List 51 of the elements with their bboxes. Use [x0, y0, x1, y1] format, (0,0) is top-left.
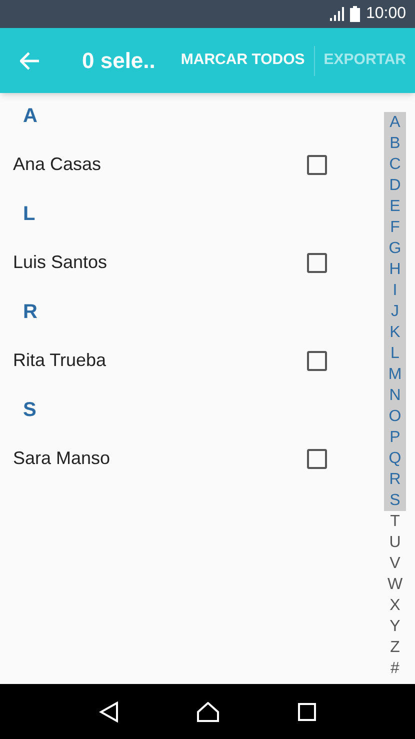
- index-letter[interactable]: X: [384, 595, 406, 616]
- index-letter[interactable]: P: [384, 427, 406, 448]
- back-nav-button[interactable]: [98, 700, 119, 722]
- index-letter[interactable]: N: [384, 385, 406, 406]
- toolbar-title: 0 sele..: [82, 47, 156, 75]
- index-letter[interactable]: O: [384, 406, 406, 427]
- section-letter: S: [23, 398, 36, 422]
- contact-checkbox[interactable]: [307, 154, 327, 174]
- index-letter[interactable]: B: [384, 133, 406, 154]
- recents-button[interactable]: [298, 702, 316, 720]
- index-letter[interactable]: H: [384, 259, 406, 280]
- index-letter[interactable]: E: [384, 196, 406, 217]
- index-letter[interactable]: R: [384, 469, 406, 490]
- index-letter[interactable]: U: [384, 532, 406, 553]
- index-letter[interactable]: I: [384, 280, 406, 301]
- signal-icon: [328, 7, 344, 21]
- contact-name: Sara Manso: [13, 447, 110, 470]
- index-letter[interactable]: L: [384, 343, 406, 364]
- contact-checkbox[interactable]: [307, 350, 327, 370]
- section-letter: R: [23, 300, 38, 324]
- index-letter[interactable]: Z: [384, 637, 406, 658]
- battery-icon: [350, 6, 360, 22]
- section-letter: L: [23, 202, 36, 226]
- index-letter[interactable]: K: [384, 322, 406, 343]
- index-letter[interactable]: Y: [384, 616, 406, 637]
- index-letter[interactable]: W: [384, 574, 406, 595]
- contact-name: Luis Santos: [13, 251, 108, 274]
- back-triangle-icon: [98, 700, 119, 722]
- home-icon: [196, 702, 220, 722]
- index-letter[interactable]: Q: [384, 448, 406, 469]
- index-letter[interactable]: S: [384, 490, 406, 511]
- contact-checkbox[interactable]: [307, 448, 327, 468]
- index-letter[interactable]: G: [384, 238, 406, 259]
- index-letter[interactable]: C: [384, 154, 406, 175]
- contact-checkbox[interactable]: [307, 252, 327, 272]
- toolbar-action-button[interactable]: MARCAR TODOS: [172, 36, 314, 84]
- home-button[interactable]: [196, 702, 220, 722]
- index-letter[interactable]: F: [384, 217, 406, 238]
- index-letter[interactable]: #: [384, 658, 406, 679]
- index-letter[interactable]: M: [384, 364, 406, 385]
- square-icon: [298, 702, 316, 720]
- contact-name: Rita Trueba: [13, 349, 106, 372]
- status-time: 10:00: [366, 4, 406, 24]
- back-arrow-icon: [20, 52, 40, 70]
- section-letter: A: [23, 104, 38, 128]
- index-letter[interactable]: D: [384, 175, 406, 196]
- contact-name: Ana Casas: [13, 153, 102, 176]
- index-letter[interactable]: A: [384, 112, 406, 133]
- index-letter[interactable]: T: [384, 511, 406, 532]
- index-letter[interactable]: J: [384, 301, 406, 322]
- index-letter[interactable]: V: [384, 553, 406, 574]
